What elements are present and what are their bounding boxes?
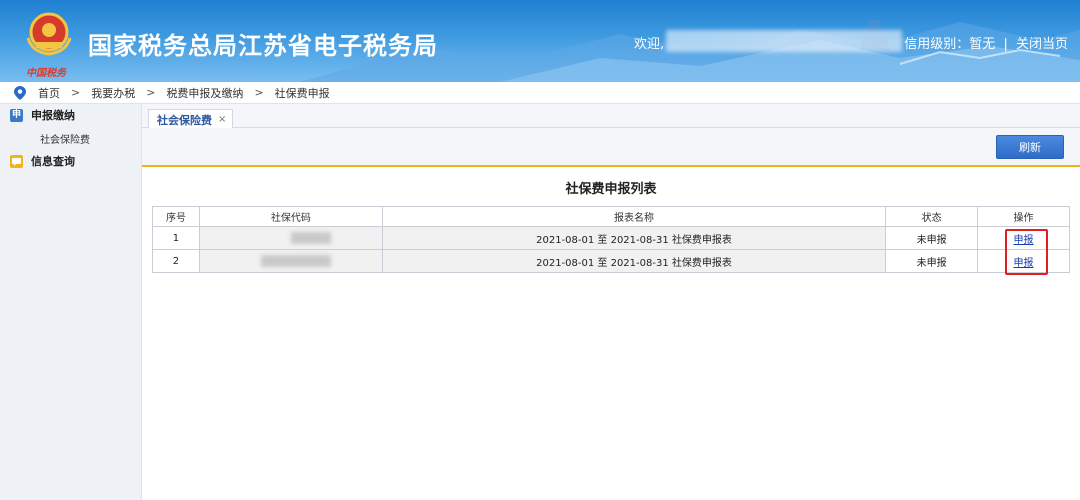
welcome-text: 欢迎, (634, 37, 665, 52)
cell-action: 申报 (977, 226, 1070, 250)
cell-index: 2 (152, 249, 200, 273)
site-title: 国家税务总局江苏省电子税务局 (88, 32, 438, 60)
declare-link[interactable]: 申报 (1014, 258, 1034, 269)
sidebar-item-social-insurance[interactable]: 社会保险费 (0, 126, 141, 150)
declare-link[interactable]: 申报 (1014, 235, 1034, 246)
column-header: 报表名称 (381, 206, 887, 227)
tab-social-insurance[interactable]: 社会保险费 × (148, 109, 234, 129)
column-header: 操作 (977, 206, 1070, 227)
site-header: 中国税务 国家税务总局江苏省电子税务局 欢迎, 信用级别：暂无 | 关闭当页 (0, 0, 1080, 82)
table-header-row: 序号 社保代码 报表名称 状态 操作 (152, 206, 1070, 227)
sidebar-section-query[interactable]: 信息查询 (0, 150, 141, 172)
list-title: 社保费申报列表 (565, 182, 657, 197)
cell-report-name: 2021-08-01 至 2021-08-31 社保费申报表 (381, 249, 887, 273)
breadcrumb-home[interactable]: 首页 (38, 85, 60, 101)
declaration-table: 序号 社保代码 报表名称 状态 操作 1 2021-08-01 至 2021-0… (152, 206, 1070, 273)
column-header: 序号 (152, 206, 200, 227)
table-row: 1 2021-08-01 至 2021-08-31 社保费申报表 未申报 申报 (152, 226, 1070, 250)
breadcrumb-separator: > (71, 86, 81, 99)
sidebar-section-declare[interactable]: 申 申报缴纳 (0, 104, 141, 126)
location-pin-icon (14, 85, 26, 100)
tab-label: 社会保险费 (157, 113, 212, 127)
breadcrumb: 首页 > 我要办税 > 税费申报及缴纳 > 社保费申报 (0, 82, 1080, 104)
column-header: 状态 (885, 206, 979, 227)
toolbar: 刷新 (142, 128, 1080, 167)
cell-code-blurred (198, 249, 383, 273)
user-name-blurred (666, 30, 902, 52)
message-icon (10, 154, 23, 168)
close-page-link[interactable]: 关闭当页 (1016, 37, 1068, 52)
header-separator: | (1003, 37, 1008, 52)
breadcrumb-social-insurance[interactable]: 社保费申报 (275, 85, 330, 101)
breadcrumb-separator: > (254, 86, 264, 99)
cell-index: 1 (152, 226, 200, 250)
cell-status: 未申报 (885, 226, 979, 250)
refresh-button[interactable]: 刷新 (996, 135, 1064, 159)
cell-code-blurred (198, 226, 383, 250)
header-user-actions: 信用级别：暂无 | 关闭当页 (904, 33, 1068, 52)
sidebar: 申 申报缴纳 社会保险费 信息查询 (0, 104, 142, 500)
tab-bar: 社会保险费 × (142, 104, 1080, 129)
cell-action: 申报 (977, 249, 1070, 273)
cell-report-name: 2021-08-01 至 2021-08-31 社保费申报表 (381, 226, 887, 250)
cell-status: 未申报 (885, 249, 979, 273)
credit-level: 信用级别：暂无 (904, 37, 996, 52)
logo-caption: 中国税务 (26, 68, 66, 79)
sidebar-section-label: 申报缴纳 (31, 109, 75, 122)
blurred-code (290, 232, 331, 244)
table-row: 2 2021-08-01 至 2021-08-31 社保费申报表 未申报 申报 (152, 249, 1070, 273)
breadcrumb-tax-service[interactable]: 我要办税 (91, 85, 135, 101)
declare-icon: 申 (10, 108, 23, 122)
tab-close-icon[interactable]: × (218, 114, 226, 125)
breadcrumb-separator: > (146, 86, 156, 99)
breadcrumb-tax-declare[interactable]: 税费申报及缴纳 (166, 85, 243, 101)
blurred-code (260, 255, 331, 267)
sidebar-section-label: 信息查询 (31, 155, 75, 168)
column-header: 社保代码 (198, 206, 383, 227)
